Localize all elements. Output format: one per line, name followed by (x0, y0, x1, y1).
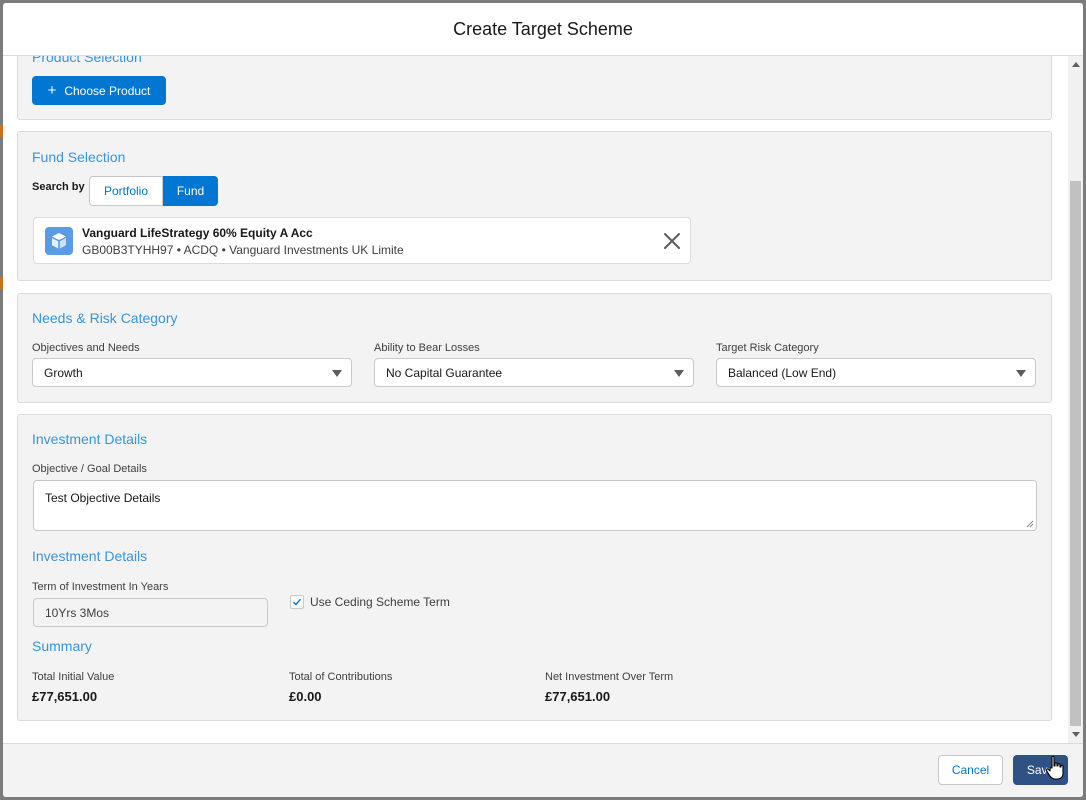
search-by-portfolio-button[interactable]: Portfolio (89, 176, 163, 206)
term-label: Term of Investment In Years (32, 581, 169, 593)
scrollbar-thumb[interactable] (1070, 181, 1081, 726)
product-selection-section: Product Selection + Choose Product (17, 56, 1052, 120)
chevron-down-icon (332, 370, 342, 377)
check-icon (293, 598, 302, 606)
fund-meta: GB00B3TYHH97 • ACDQ • Vanguard Investmen… (82, 243, 404, 257)
net-investment-label: Net Investment Over Term (545, 671, 674, 683)
total-contributions-label: Total of Contributions (289, 671, 393, 683)
resize-grip-icon[interactable] (1026, 520, 1034, 528)
create-target-scheme-modal: Create Target Scheme Product Selection +… (3, 3, 1083, 797)
plus-icon: + (47, 81, 57, 99)
ability-bear-losses-label: Ability to Bear Losses (374, 342, 480, 354)
chevron-down-icon (1016, 370, 1026, 377)
total-initial-value-label: Total Initial Value (32, 671, 115, 683)
summary-title: Summary (32, 638, 92, 654)
hand-cursor-icon (1045, 755, 1064, 780)
investment-details-section: Investment Details Objective / Goal Deta… (17, 414, 1052, 721)
product-selection-title: Product Selection (32, 56, 142, 65)
fund-selection-title: Fund Selection (32, 149, 126, 165)
fund-name: Vanguard LifeStrategy 60% Equity A Acc (82, 226, 313, 240)
choose-product-label: Choose Product (64, 83, 151, 98)
term-value: 10Yrs 3Mos (45, 606, 110, 620)
chevron-down-icon (674, 370, 684, 377)
fund-label: Fund (176, 184, 205, 198)
search-by-fund-button[interactable]: Fund (163, 176, 218, 206)
modal-header: Create Target Scheme (3, 3, 1083, 56)
ability-bear-losses-value: No Capital Guarantee (386, 366, 503, 380)
total-contributions-value: £0.00 (289, 689, 322, 704)
choose-product-button[interactable]: + Choose Product (32, 76, 166, 105)
cancel-button[interactable]: Cancel (938, 755, 1003, 785)
term-field: 10Yrs 3Mos (33, 598, 268, 627)
scroll-up-icon[interactable] (1072, 62, 1080, 67)
modal-title: Create Target Scheme (453, 19, 633, 39)
cancel-label: Cancel (951, 763, 990, 777)
modal-footer: Cancel Save (3, 743, 1083, 797)
scroll-down-icon[interactable] (1072, 732, 1080, 737)
objectives-needs-value: Growth (44, 366, 83, 380)
selected-fund-pill: Vanguard LifeStrategy 60% Equity A Acc G… (33, 217, 691, 264)
objective-goal-value: Test Objective Details (45, 491, 161, 505)
objective-goal-textarea[interactable]: Test Objective Details (33, 480, 1037, 531)
modal-scrollbar[interactable] (1068, 56, 1083, 743)
fund-selection-section: Fund Selection Search by Portfolio Fund … (17, 131, 1052, 281)
target-risk-label: Target Risk Category (716, 342, 819, 354)
total-initial-value: £77,651.00 (32, 689, 98, 704)
objectives-needs-label: Objectives and Needs (32, 342, 140, 354)
needs-risk-title: Needs & Risk Category (32, 310, 178, 326)
portfolio-label: Portfolio (103, 184, 149, 198)
use-ceding-checkbox[interactable] (290, 595, 304, 609)
target-risk-select[interactable]: Balanced (Low End) (716, 358, 1036, 387)
ability-bear-losses-select[interactable]: No Capital Guarantee (374, 358, 694, 387)
investment-details-subtitle: Investment Details (32, 548, 148, 564)
cube-icon (45, 227, 73, 255)
net-investment-value: £77,651.00 (545, 689, 611, 704)
close-icon[interactable] (662, 231, 682, 251)
target-risk-value: Balanced (Low End) (728, 366, 837, 380)
investment-details-title: Investment Details (32, 431, 148, 447)
objectives-needs-select[interactable]: Growth (32, 358, 352, 387)
use-ceding-label: Use Ceding Scheme Term (310, 595, 450, 609)
needs-risk-section: Needs & Risk Category Objectives and Nee… (17, 293, 1052, 403)
objective-goal-label: Objective / Goal Details (32, 463, 147, 475)
search-by-label: Search by (32, 181, 85, 193)
modal-body: Product Selection + Choose Product Fund … (3, 56, 1083, 743)
